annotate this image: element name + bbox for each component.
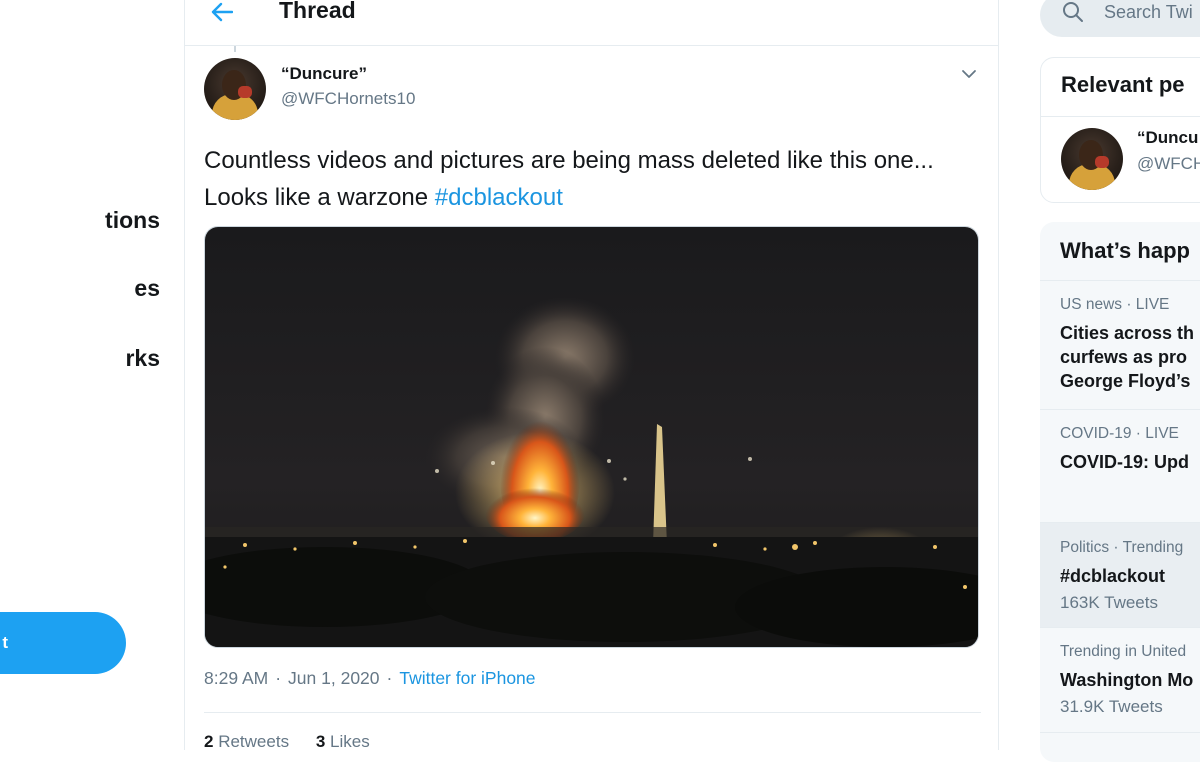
author-name[interactable]: “Duncure” [281, 64, 367, 84]
avatar[interactable] [204, 58, 266, 120]
avatar[interactable] [1061, 128, 1123, 190]
tweet-text: Countless videos and pictures are being … [204, 142, 984, 216]
trend-title: #dcblackout [1060, 566, 1166, 586]
thread-header: Thread [185, 0, 998, 46]
person-name[interactable]: “Duncu [1137, 128, 1198, 148]
tweet-date[interactable]: Jun 1, 2020 [288, 668, 379, 688]
retweets-stat[interactable]: 2 Retweets [204, 732, 289, 750]
tweet-body: Countless videos and pictures are being … [204, 147, 934, 211]
trend-title: COVID-19: Upd [1060, 452, 1190, 472]
relevant-people-card: Relevant pe “Duncu @WFCH [1040, 57, 1200, 203]
card-title: What’s happ [1060, 238, 1190, 263]
trend-category: COVID-19 · LIVE [1060, 425, 1179, 442]
tweet-button[interactable]: t [0, 612, 126, 674]
main-column: Thread “Duncure” @WFCHornets10 Countless… [184, 0, 999, 750]
tweet-time[interactable]: 8:29 AM [204, 668, 268, 688]
divider [204, 712, 981, 713]
retweets-label: Retweets [218, 732, 290, 750]
divider [1041, 116, 1200, 117]
tweet-stats: 2 Retweets 3 Likes [204, 732, 370, 750]
back-arrow-icon [211, 2, 233, 22]
photo-night-fire-washington-monument [205, 227, 978, 647]
divider [1040, 732, 1200, 733]
likes-count: 3 [315, 732, 326, 750]
chevron-down-icon[interactable] [961, 66, 977, 82]
meta-separator: · [386, 668, 393, 688]
thread-connector [234, 46, 236, 52]
left-sidebar: tions es rks t [0, 0, 184, 750]
author-handle[interactable]: @WFCHornets10 [281, 89, 415, 109]
trend-category: Trending in United [1060, 643, 1187, 660]
trend-title: George Floyd’s [1060, 371, 1191, 391]
tweet-source-link[interactable]: Twitter for iPhone [399, 668, 535, 688]
trend-category: US news · LIVE [1060, 296, 1170, 313]
nav-item-notifications[interactable]: tions [0, 207, 160, 234]
likes-label: Likes [330, 732, 370, 750]
trend-count: 31.9K Tweets [1060, 697, 1163, 716]
trend-title: curfews as pro [1060, 347, 1188, 367]
likes-stat[interactable]: 3 Likes [316, 732, 370, 750]
trend-title: Washington Mo [1060, 670, 1194, 690]
nav-item-label: es [134, 275, 160, 301]
trend-item[interactable]: Politics · Trending #dcblackout 163K Twe… [1040, 523, 1200, 627]
trend-category: Politics · Trending [1060, 539, 1184, 556]
nav-item-messages[interactable]: es [0, 275, 160, 302]
trend-title: Cities across th [1060, 323, 1195, 343]
tweet-photo[interactable] [204, 226, 979, 648]
whats-happening-card: What’s happ US news · LIVE Cities across… [1040, 222, 1200, 762]
trend-item[interactable]: Trending in United Washington Mo 31.9K T… [1040, 628, 1200, 732]
nav-item-label: tions [105, 207, 160, 233]
tweet-button-label: t [2, 633, 8, 652]
search-icon [1063, 2, 1083, 22]
back-button[interactable] [207, 0, 237, 24]
nav-item-label: rks [125, 345, 160, 371]
page-title: Thread [279, 0, 356, 23]
search-placeholder: Search Twi [1104, 2, 1193, 22]
person-handle[interactable]: @WFCH [1137, 154, 1200, 174]
meta-separator: · [275, 668, 282, 688]
card-title: Relevant pe [1061, 72, 1185, 97]
retweets-count: 2 [204, 732, 214, 750]
tweet-meta: 8:29 AM · Jun 1, 2020 · Twitter for iPhone [204, 668, 536, 689]
trend-item[interactable]: COVID-19 · LIVE COVID-19: Upd [1040, 410, 1200, 522]
trend-count: 163K Tweets [1060, 593, 1158, 612]
trend-item[interactable]: US news · LIVE Cities across th curfews … [1040, 281, 1200, 409]
nav-item-bookmarks[interactable]: rks [0, 345, 160, 372]
hashtag-link[interactable]: #dcblackout [435, 184, 563, 211]
